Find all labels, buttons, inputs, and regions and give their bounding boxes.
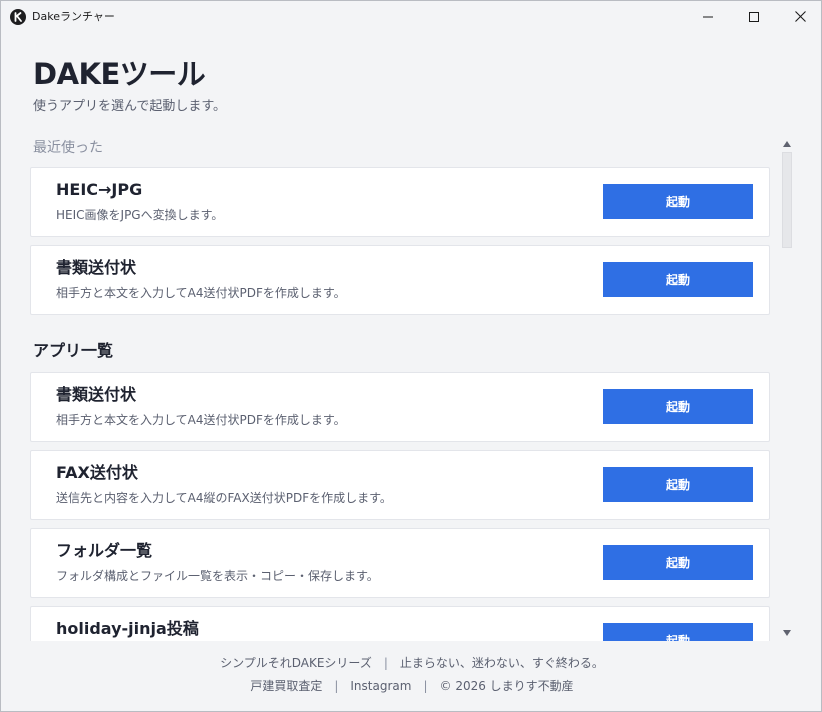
maximize-button[interactable] <box>731 1 777 32</box>
scroll-up-button[interactable] <box>780 138 794 150</box>
launch-button[interactable]: 起動 <box>603 467 753 502</box>
app-card: holiday-jinja投稿 起動 <box>30 606 770 641</box>
triangle-down-icon <box>783 630 791 636</box>
footer-tagline-row: シンプルそれDAKEシリーズ | 止まらない、迷わない、すぐ終わる。 <box>1 655 821 671</box>
app-description: 送信先と内容を入力してA4縦のFAX送付状PDFを作成します。 <box>56 491 392 505</box>
minimize-icon <box>703 16 713 17</box>
title-bar[interactable]: Dakeランチャー <box>1 1 821 32</box>
section-label-all-apps: アプリ一覧 <box>33 341 114 360</box>
launch-button[interactable]: 起動 <box>603 389 753 424</box>
section-label-recent: 最近使った <box>33 140 103 156</box>
footer-separator: | <box>383 656 388 670</box>
maximize-icon <box>749 11 759 22</box>
recent-app-card: HEIC→JPG HEIC画像をJPGへ変換します。 起動 <box>30 167 770 237</box>
page-title: DAKEツール <box>33 57 206 91</box>
app-card: 書類送付状 相手方と本文を入力してA4送付状PDFを作成します。 起動 <box>30 372 770 442</box>
recent-app-card: 書類送付状 相手方と本文を入力してA4送付状PDFを作成します。 起動 <box>30 245 770 315</box>
footer-links-row: 戸建買取査定 | Instagram | © 2026 しまりす不動産 <box>1 678 821 694</box>
app-card: FAX送付状 送信先と内容を入力してA4縦のFAX送付状PDFを作成します。 起… <box>30 450 770 520</box>
scrollbar-thumb[interactable] <box>782 152 792 248</box>
close-icon <box>794 11 806 22</box>
app-title: FAX送付状 <box>56 463 138 482</box>
app-description: 相手方と本文を入力してA4送付状PDFを作成します。 <box>56 413 346 427</box>
app-list-scroll-area[interactable]: 最近使った HEIC→JPG HEIC画像をJPGへ変換します。 起動 書類送付… <box>1 131 779 641</box>
footer-link-appraisal[interactable]: 戸建買取査定 <box>250 679 322 693</box>
app-logo-icon <box>10 9 26 25</box>
app-description: HEIC画像をJPGへ変換します。 <box>56 208 224 222</box>
launch-button[interactable]: 起動 <box>603 262 753 297</box>
window-title: Dakeランチャー <box>32 10 115 23</box>
minimize-button[interactable] <box>685 1 731 32</box>
launch-button[interactable]: 起動 <box>603 623 753 641</box>
launcher-window: Dakeランチャー DAKEツール 使うアプリを選んで起動します。 最近使った … <box>0 0 822 712</box>
page-subtitle: 使うアプリを選んで起動します。 <box>33 99 227 114</box>
footer-link-instagram[interactable]: Instagram <box>350 679 411 693</box>
footer-series-name: シンプルそれDAKEシリーズ <box>220 656 372 670</box>
launch-button[interactable]: 起動 <box>603 545 753 580</box>
app-title: holiday-jinja投稿 <box>56 619 199 638</box>
vertical-scrollbar[interactable] <box>780 138 794 640</box>
app-title: フォルダ一覧 <box>56 541 153 560</box>
app-card: フォルダ一覧 フォルダ構成とファイル一覧を表示・コピー・保存します。 起動 <box>30 528 770 598</box>
footer-separator: | <box>423 679 428 693</box>
app-title: 書類送付状 <box>56 385 137 404</box>
app-title: HEIC→JPG <box>56 180 143 199</box>
app-title: 書類送付状 <box>56 258 137 277</box>
launch-button[interactable]: 起動 <box>603 184 753 219</box>
scroll-down-button[interactable] <box>780 627 794 639</box>
footer-copyright: © 2026 しまりす不動産 <box>439 679 574 693</box>
triangle-up-icon <box>783 141 791 147</box>
footer-separator: | <box>334 679 339 693</box>
app-description: 相手方と本文を入力してA4送付状PDFを作成します。 <box>56 286 346 300</box>
footer-tagline: 止まらない、迷わない、すぐ終わる。 <box>399 656 604 670</box>
app-description: フォルダ構成とファイル一覧を表示・コピー・保存します。 <box>56 569 379 583</box>
close-button[interactable] <box>777 1 821 32</box>
